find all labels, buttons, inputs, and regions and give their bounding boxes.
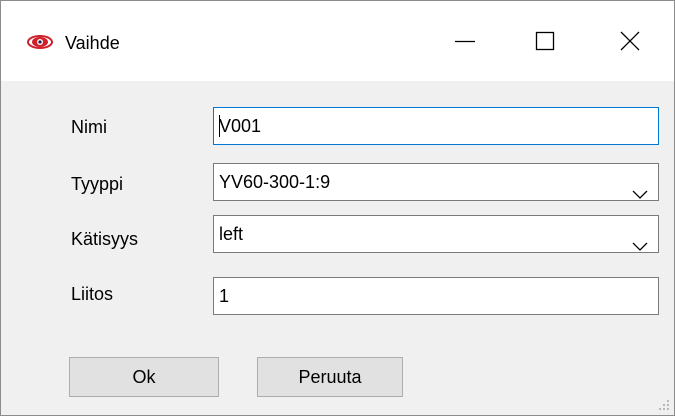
handedness-label: Kätisyys [71,229,139,249]
name-label: Nimi [71,117,107,137]
name-input[interactable]: V001 [213,107,659,145]
connection-input-value: 1 [219,286,230,306]
type-select-value: YV60-300-1:9 [219,172,331,192]
maximize-button[interactable] [501,1,589,81]
resize-grip-icon[interactable] [656,397,670,411]
maximize-icon [535,31,555,51]
close-button[interactable] [586,1,674,81]
chevron-down-icon [632,228,648,252]
name-input-value: V001 [219,116,262,136]
eye-icon [27,35,53,49]
close-icon [620,31,640,51]
handedness-select-value: left [219,224,244,244]
connection-label: Liitos [71,284,114,304]
title-bar[interactable]: Vaihde [1,1,674,81]
minimize-icon [455,31,475,51]
type-select[interactable]: YV60-300-1:9 [213,163,659,201]
handedness-select[interactable]: left [213,215,659,253]
chevron-down-icon [632,176,648,200]
minimize-button[interactable] [421,1,509,81]
cancel-button[interactable]: Peruuta [257,357,403,397]
ok-button[interactable]: Ok [69,357,219,397]
window-title: Vaihde [65,33,120,53]
connection-input[interactable]: 1 [213,277,659,315]
type-label: Tyyppi [71,174,124,194]
dialog-window: Vaihde Nimi V001 Tyyppi YV60-300-1:9 Kät… [0,0,675,416]
